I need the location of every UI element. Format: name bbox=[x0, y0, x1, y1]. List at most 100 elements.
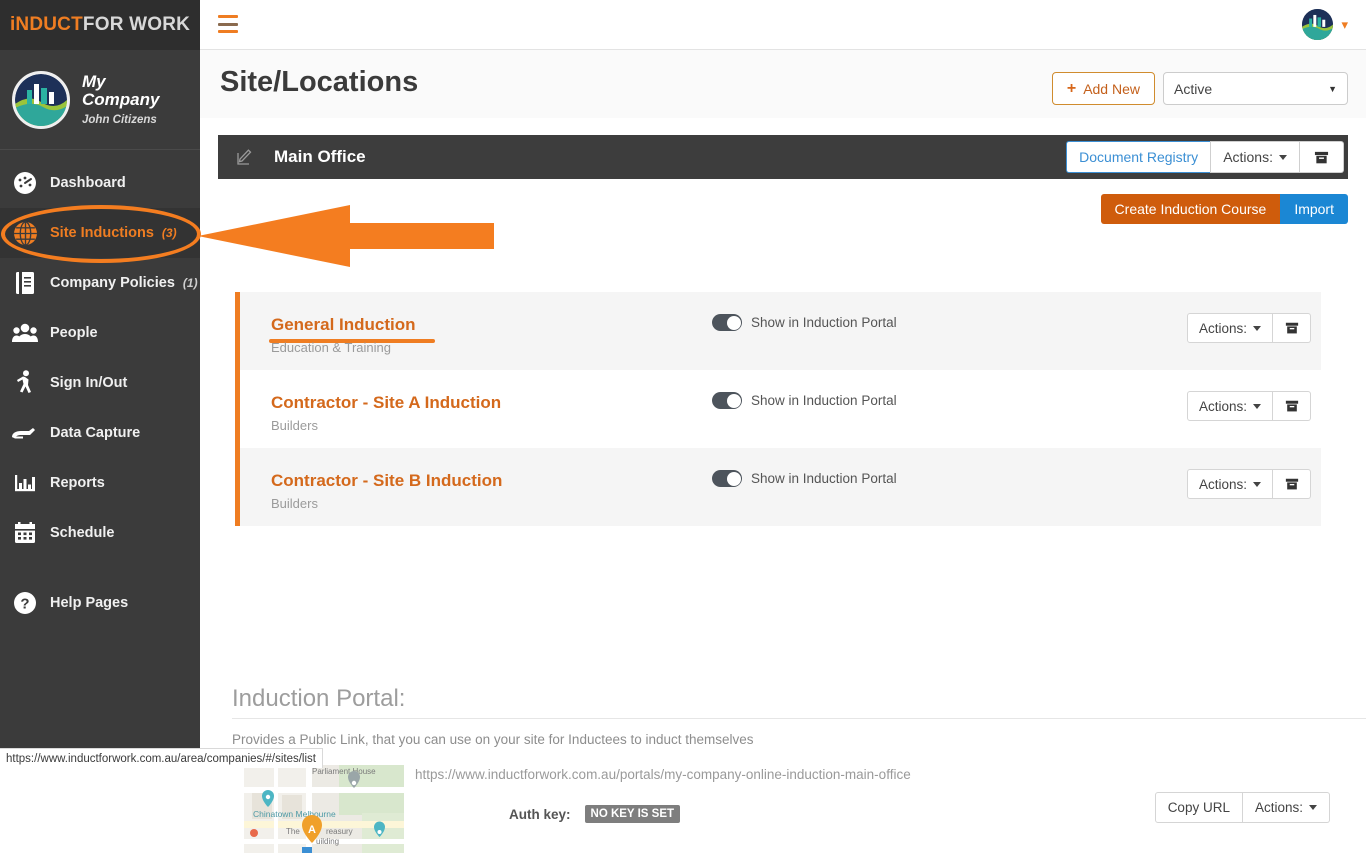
create-induction-course-button[interactable]: Create Induction Course bbox=[1101, 194, 1281, 224]
svg-text:?: ? bbox=[20, 596, 29, 613]
import-button[interactable]: Import bbox=[1280, 194, 1348, 224]
course-category: Builders bbox=[271, 418, 318, 433]
svg-text:uilding: uilding bbox=[316, 837, 339, 846]
site-panel: Main Office Document Registry Actions: C… bbox=[218, 135, 1348, 179]
walking-icon bbox=[10, 368, 40, 398]
main-content: Site/Locations + Add New Active ▼ Main O… bbox=[200, 50, 1366, 768]
show-in-portal-toggle[interactable] bbox=[712, 470, 742, 487]
brand-main: NDUCT bbox=[15, 14, 83, 35]
show-in-portal-label: Show in Induction Portal bbox=[751, 315, 897, 330]
caret-down-icon bbox=[1253, 482, 1261, 487]
sidebar-item-help-pages[interactable]: ? Help Pages bbox=[0, 578, 200, 628]
divider bbox=[232, 718, 1366, 719]
user-menu[interactable]: ▾ bbox=[1302, 9, 1348, 40]
svg-text:reasury: reasury bbox=[326, 827, 353, 836]
book-icon bbox=[10, 268, 40, 298]
hamburger-line bbox=[218, 15, 238, 18]
sidebar: iNDUCTFOR WORK My Company John Citizens bbox=[0, 0, 200, 768]
chevron-down-icon: ▼ bbox=[1328, 84, 1337, 94]
sidebar-item-count: (3) bbox=[162, 226, 177, 240]
show-in-portal-toggle[interactable] bbox=[712, 392, 742, 409]
site-panel-header-buttons: Document Registry Actions: bbox=[1066, 141, 1344, 173]
sidebar-item-dashboard[interactable]: Dashboard bbox=[0, 158, 200, 208]
auth-key-label: Auth key: bbox=[509, 807, 571, 822]
sidebar-item-label: People bbox=[50, 325, 98, 341]
course-row-actions: Actions: bbox=[1187, 313, 1311, 343]
portal-actions-label: Actions: bbox=[1255, 800, 1303, 815]
calendar-icon bbox=[10, 518, 40, 548]
course-archive-button[interactable] bbox=[1273, 469, 1311, 499]
show-in-portal-label: Show in Induction Portal bbox=[751, 393, 897, 408]
course-row: Contractor - Site A Induction Builders S… bbox=[240, 370, 1321, 448]
induction-portal-title: Induction Portal: bbox=[232, 685, 405, 713]
company-logo-icon bbox=[12, 71, 70, 129]
course-row: Contractor - Site B Induction Builders S… bbox=[240, 448, 1321, 526]
nav-spacer bbox=[0, 558, 200, 578]
hamburger-menu-icon[interactable] bbox=[218, 15, 238, 33]
auth-key-row: Auth key: NO KEY IS SET bbox=[509, 805, 680, 823]
hamburger-line bbox=[218, 23, 238, 26]
caret-down-icon bbox=[1309, 805, 1317, 810]
course-archive-button[interactable] bbox=[1273, 391, 1311, 421]
sidebar-item-site-inductions[interactable]: Site Inductions (3) bbox=[0, 208, 200, 258]
page-header-actions: + Add New Active ▼ bbox=[1052, 72, 1348, 105]
course-list: General Induction Education & Training S… bbox=[235, 292, 1321, 526]
browser-status-bar: https://www.inductforwork.com.au/area/co… bbox=[0, 748, 323, 768]
copy-url-button[interactable]: Copy URL bbox=[1155, 792, 1243, 823]
show-in-portal-toggle[interactable] bbox=[712, 314, 742, 331]
sidebar-item-label: Site Inductions bbox=[50, 225, 154, 241]
brand-suffix: FOR WORK bbox=[83, 14, 190, 35]
svg-text:Chinatown Melbourne: Chinatown Melbourne bbox=[253, 809, 336, 819]
caret-down-icon bbox=[1253, 326, 1261, 331]
course-name-link[interactable]: Contractor - Site A Induction bbox=[271, 393, 501, 413]
sidebar-item-data-capture[interactable]: Data Capture bbox=[0, 408, 200, 458]
status-filter-select[interactable]: Active ▼ bbox=[1163, 72, 1348, 105]
archive-box-icon bbox=[1285, 399, 1299, 413]
globe-icon bbox=[10, 218, 40, 248]
page-title: Site/Locations bbox=[220, 66, 418, 99]
portal-actions-button[interactable]: Actions: bbox=[1243, 792, 1330, 823]
sidebar-item-schedule[interactable]: Schedule bbox=[0, 508, 200, 558]
add-new-label: Add New bbox=[1083, 81, 1140, 97]
site-actions-button[interactable]: Actions: bbox=[1210, 141, 1300, 173]
portal-buttons: Copy URL Actions: bbox=[1155, 792, 1330, 823]
sidebar-item-label: Sign In/Out bbox=[50, 375, 127, 391]
company-user: John Citizens bbox=[82, 114, 178, 126]
sidebar-nav: Dashboard Site Inductions (3) Company Po… bbox=[0, 150, 200, 628]
auth-key-status-badge: NO KEY IS SET bbox=[585, 805, 681, 823]
course-archive-button[interactable] bbox=[1273, 313, 1311, 343]
sidebar-item-label: Help Pages bbox=[50, 595, 128, 611]
course-actions-label: Actions: bbox=[1199, 477, 1247, 492]
course-actions-label: Actions: bbox=[1199, 321, 1247, 336]
chevron-down-icon[interactable]: ▾ bbox=[1341, 18, 1348, 31]
company-block[interactable]: My Company John Citizens bbox=[0, 50, 200, 150]
brand-logo[interactable]: iNDUCTFOR WORK bbox=[0, 0, 200, 50]
hand-icon bbox=[10, 418, 40, 448]
site-name: Main Office bbox=[274, 147, 366, 167]
course-actions-button[interactable]: Actions: bbox=[1187, 469, 1273, 499]
sidebar-item-count: (1) bbox=[183, 276, 198, 290]
document-registry-button[interactable]: Document Registry bbox=[1066, 141, 1210, 173]
add-new-button[interactable]: + Add New bbox=[1052, 72, 1155, 105]
sidebar-item-people[interactable]: People bbox=[0, 308, 200, 358]
portal-public-url: https://www.inductforwork.com.au/portals… bbox=[415, 767, 911, 782]
question-circle-icon: ? bbox=[10, 588, 40, 618]
sidebar-item-company-policies[interactable]: Company Policies (1) bbox=[0, 258, 200, 308]
avatar bbox=[1302, 9, 1333, 40]
site-panel-header: Main Office Document Registry Actions: bbox=[218, 135, 1348, 179]
course-row-actions: Actions: bbox=[1187, 391, 1311, 421]
site-archive-button[interactable] bbox=[1300, 141, 1344, 173]
archive-box-icon bbox=[1314, 150, 1329, 165]
site-actions-label: Actions: bbox=[1223, 149, 1273, 165]
course-actions-button[interactable]: Actions: bbox=[1187, 313, 1273, 343]
course-actions-button[interactable]: Actions: bbox=[1187, 391, 1273, 421]
edit-pencil-icon[interactable] bbox=[236, 148, 254, 166]
course-name-link[interactable]: General Induction bbox=[271, 315, 416, 335]
toggle-knob bbox=[727, 394, 741, 408]
sidebar-item-sign-in-out[interactable]: Sign In/Out bbox=[0, 358, 200, 408]
course-name-link[interactable]: Contractor - Site B Induction bbox=[271, 471, 502, 491]
toggle-knob bbox=[727, 472, 741, 486]
map-thumbnail[interactable]: Parliament House Chinatown Melbourne The… bbox=[244, 765, 404, 853]
sidebar-item-reports[interactable]: Reports bbox=[0, 458, 200, 508]
sidebar-item-label: Dashboard bbox=[50, 175, 126, 191]
